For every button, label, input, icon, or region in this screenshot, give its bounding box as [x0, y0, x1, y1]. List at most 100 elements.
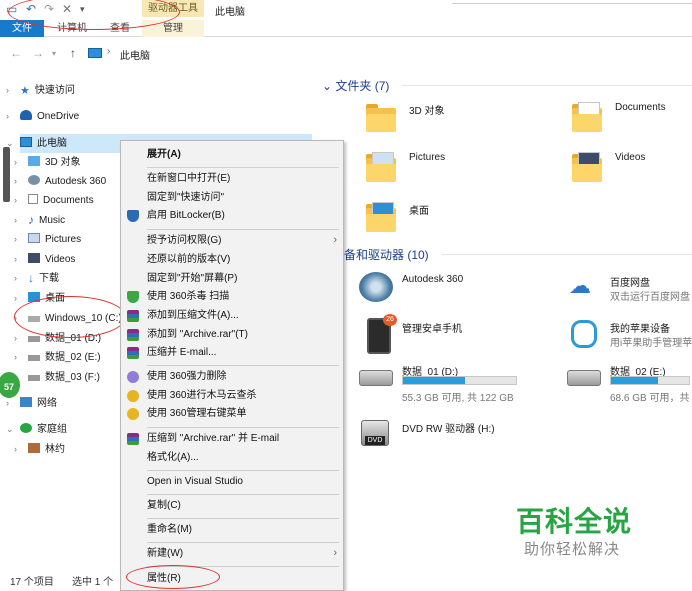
- chevron-right-icon[interactable]: ›: [14, 211, 17, 230]
- sidebar-item-3d-objects[interactable]: › 3D 对象: [14, 153, 81, 172]
- address-path[interactable]: 此电脑: [120, 47, 150, 62]
- chevron-right-icon[interactable]: ›: [6, 81, 9, 100]
- title-bar-edge: [452, 0, 692, 4]
- pc-icon: [20, 137, 32, 147]
- menu-separator: [147, 229, 339, 230]
- chevron-right-icon[interactable]: ›: [14, 250, 17, 269]
- menu-separator: [147, 365, 339, 366]
- chevron-right-icon[interactable]: ›: [14, 153, 17, 172]
- chevron-right-icon[interactable]: ›: [14, 269, 17, 288]
- menu-item-expand[interactable]: 展开(A): [121, 145, 343, 164]
- winrar-icon: [127, 310, 139, 322]
- menu-item-format[interactable]: 格式化(A)...: [121, 448, 343, 467]
- folders-group-header[interactable]: ⌄ 文件夹 (7): [322, 77, 389, 94]
- annotation-oval-properties: [126, 565, 220, 589]
- chevron-down-icon[interactable]: ⌄: [6, 134, 14, 153]
- folder-icon: [570, 100, 604, 132]
- baidu-cloud-icon: ☁: [569, 273, 591, 298]
- chevron-right-icon[interactable]: ›: [14, 230, 17, 249]
- sidebar-item-documents[interactable]: › Documents: [14, 191, 94, 210]
- videos-icon: [28, 253, 40, 263]
- back-arrow-icon[interactable]: ←: [10, 46, 22, 60]
- 360-delete-icon: [127, 371, 139, 383]
- 3d-objects-icon: [28, 156, 40, 166]
- autodesk-icon: [359, 272, 393, 302]
- 360-shield-icon: [127, 291, 139, 303]
- chevron-right-icon[interactable]: ›: [14, 289, 17, 308]
- folder-icon: [364, 200, 398, 232]
- cloud-icon: [20, 110, 32, 120]
- chevron-down-icon[interactable]: ⌄: [6, 420, 14, 439]
- up-arrow-icon[interactable]: ↑: [70, 46, 76, 60]
- pictures-icon: [28, 233, 40, 243]
- download-icon: ↓: [28, 271, 34, 285]
- menu-item-add-archive-rar[interactable]: 添加到 "Archive.rar"(T): [121, 325, 343, 344]
- sidebar-item-network[interactable]: › 网络: [6, 394, 57, 413]
- sidebar-item-quick-access[interactable]: › ★ 快速访问: [6, 81, 75, 100]
- chevron-right-icon[interactable]: ›: [14, 329, 17, 348]
- sidebar-item-pictures[interactable]: › Pictures: [14, 230, 81, 249]
- menu-separator: [147, 167, 339, 168]
- menu-item-new[interactable]: 新建(W) ›: [121, 544, 343, 563]
- menu-item-bitlocker[interactable]: 启用 BitLocker(B): [121, 206, 343, 225]
- drive-tile-d[interactable]: 数据_01 (D:) 55.3 GB 可用, 共 122 GB: [357, 364, 557, 410]
- menu-item-360-delete[interactable]: 使用 360强力删除: [121, 367, 343, 386]
- chevron-right-icon[interactable]: ›: [14, 172, 17, 191]
- devices-group-header[interactable]: 备和驱动器 (10): [344, 246, 429, 263]
- menu-item-360-scan[interactable]: 使用 360杀毒 扫描: [121, 287, 343, 306]
- menu-item-rename[interactable]: 重命名(M): [121, 520, 343, 539]
- sidebar-item-user[interactable]: › 林约: [14, 440, 65, 459]
- folder-icon: [364, 150, 398, 182]
- sidebar-item-drive-e[interactable]: › 数据_02 (E:): [14, 348, 101, 367]
- menu-item-360-manage[interactable]: 使用 360管理右键菜单: [121, 404, 343, 423]
- sidebar-item-drive-f[interactable]: › 数据_03 (F:): [14, 368, 100, 387]
- menu-separator: [147, 470, 339, 471]
- sidebar-item-autodesk[interactable]: › Autodesk 360: [14, 172, 106, 191]
- notification-badge[interactable]: 57: [0, 370, 22, 400]
- menu-item-pin-quick-access[interactable]: 固定到"快速访问": [121, 188, 343, 207]
- annotation-oval-drive-c: [14, 296, 126, 338]
- winrar-icon: [127, 329, 139, 341]
- menu-item-open-visual-studio[interactable]: Open in Visual Studio: [121, 472, 343, 491]
- network-icon: [20, 397, 32, 407]
- side-handle: [3, 147, 10, 202]
- folder-icon: [570, 150, 604, 182]
- menu-item-grant-access[interactable]: 授予访问权限(G) ›: [121, 231, 343, 250]
- menu-item-copy[interactable]: 复制(C): [121, 496, 343, 515]
- chevron-right-icon[interactable]: ›: [14, 440, 17, 459]
- menu-item-compress-rar-email[interactable]: 压缩到 "Archive.rar" 并 E-mail: [121, 429, 343, 448]
- menu-item-restore-versions[interactable]: 还原以前的版本(V): [121, 250, 343, 269]
- status-item-count: 17 个项目: [10, 577, 54, 588]
- menu-item-add-archive[interactable]: 添加到压缩文件(A)...: [121, 306, 343, 325]
- sidebar-item-videos[interactable]: › Videos: [14, 250, 75, 269]
- menu-separator: [147, 494, 339, 495]
- sidebar-item-music[interactable]: › ♪ Music: [14, 211, 65, 230]
- chevron-right-icon[interactable]: ›: [14, 191, 17, 210]
- apple-device-icon: [571, 320, 597, 348]
- shield-icon: [127, 210, 139, 222]
- sidebar-item-onedrive[interactable]: › OneDrive: [6, 107, 79, 126]
- context-menu: 展开(A) 在新窗口中打开(E) 固定到"快速访问" 启用 BitLocker(…: [120, 140, 344, 591]
- drive-usage-fill: [611, 377, 658, 384]
- group-divider: [442, 254, 692, 255]
- chevron-right-icon[interactable]: ›: [6, 107, 9, 126]
- dvd-label-icon: DVD: [365, 436, 385, 445]
- drive-icon: [567, 370, 601, 386]
- phone-badge-icon: 26: [383, 314, 397, 326]
- recent-dropdown-icon[interactable]: ▾: [52, 49, 56, 58]
- menu-item-360-trojan[interactable]: 使用 360进行木马云查杀: [121, 386, 343, 405]
- sidebar-item-homegroup[interactable]: ⌄ 家庭组: [6, 420, 67, 439]
- menu-item-open-new-window[interactable]: 在新窗口中打开(E): [121, 169, 343, 188]
- drive-tile-e[interactable]: 数据_02 (E:) 68.6 GB 可用，共: [565, 364, 692, 410]
- pc-icon: [88, 48, 102, 58]
- menu-item-pin-start[interactable]: 固定到"开始"屏幕(P): [121, 269, 343, 288]
- chevron-right-icon[interactable]: ›: [107, 46, 110, 57]
- content-pane: ⌄ 文件夹 (7) 3D 对象 Documents Pictures Video…: [312, 72, 692, 572]
- chevron-right-icon[interactable]: ›: [14, 348, 17, 367]
- 360-trojan-icon: [127, 390, 139, 402]
- menu-item-compress-email[interactable]: 压缩并 E-mail...: [121, 343, 343, 362]
- 360-manage-icon: [127, 408, 139, 420]
- star-icon: ★: [20, 85, 30, 97]
- forward-arrow-icon[interactable]: →: [32, 46, 44, 60]
- sidebar-item-downloads[interactable]: › ↓ 下载: [14, 269, 59, 288]
